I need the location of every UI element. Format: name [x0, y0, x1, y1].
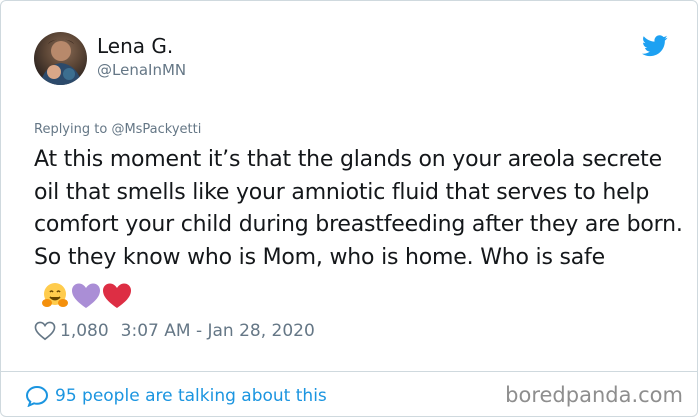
tweet-timestamp[interactable]: 3:07 AM - Jan 28, 2020 — [121, 321, 315, 341]
purple-heart-emoji-icon — [72, 283, 100, 308]
replying-prefix: Replying to — [34, 122, 108, 137]
tweet-text-block: At this moment it’s that the glands on y… — [34, 144, 684, 313]
avatar[interactable] — [34, 32, 87, 85]
twitter-bird-icon[interactable] — [642, 35, 668, 57]
talking-link[interactable]: 95 people are talking about this — [25, 384, 327, 408]
user-name[interactable]: Lena G. — [97, 34, 173, 58]
tweet-card: Lena G. @LenaInMN Replying to @MsPackyet… — [0, 0, 698, 417]
red-heart-emoji-icon — [103, 283, 131, 308]
replying-to: Replying to @MsPackyetti — [34, 122, 201, 137]
tweet-text: At this moment it’s that the glands on y… — [34, 147, 683, 270]
footer-divider — [1, 371, 697, 372]
like-count[interactable]: 1,080 — [60, 321, 109, 341]
user-handle[interactable]: @LenaInMN — [97, 61, 186, 79]
emoji-row — [40, 280, 133, 313]
boredpanda-watermark: boredpanda.com — [505, 383, 683, 407]
replying-mention[interactable]: @MsPackyetti — [111, 122, 201, 137]
hugging-face-emoji-icon — [42, 283, 68, 307]
like-heart-icon[interactable] — [34, 321, 56, 341]
tweet-meta: 1,080 3:07 AM - Jan 28, 2020 — [34, 318, 315, 344]
speech-bubble-icon — [25, 385, 49, 407]
talking-text[interactable]: 95 people are talking about this — [55, 386, 327, 406]
